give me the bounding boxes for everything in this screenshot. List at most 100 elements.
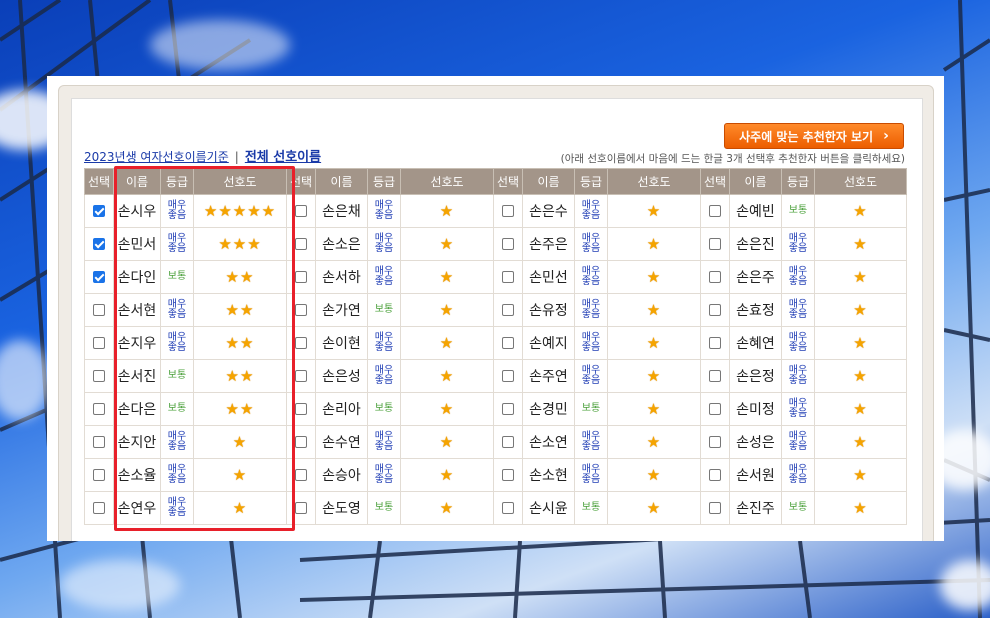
preference-cell: ★: [814, 194, 907, 228]
name-checkbox[interactable]: [709, 304, 721, 316]
name-cell: 손가연: [315, 293, 368, 327]
name-checkbox[interactable]: [93, 403, 105, 415]
all-names-link[interactable]: 전체 선호이름: [245, 150, 321, 165]
grade-cell: 매우좋음: [574, 326, 608, 360]
name-checkbox[interactable]: [709, 271, 721, 283]
name-checkbox[interactable]: [295, 337, 307, 349]
grade-cell: 매우좋음: [781, 425, 815, 459]
name-cell: 손소현: [522, 458, 575, 492]
name-checkbox[interactable]: [295, 469, 307, 481]
name-checkbox[interactable]: [502, 436, 514, 448]
grade-label: 보통: [374, 304, 394, 315]
name-checkbox[interactable]: [502, 337, 514, 349]
name-checkbox[interactable]: [709, 502, 721, 514]
star-rating-icon: ★: [853, 499, 868, 517]
name-checkbox[interactable]: [295, 436, 307, 448]
name-checkbox[interactable]: [709, 370, 721, 382]
select-header: 선택: [493, 168, 523, 195]
name-checkbox[interactable]: [709, 337, 721, 349]
name-checkbox[interactable]: [295, 238, 307, 250]
name-checkbox[interactable]: [93, 436, 105, 448]
grade-label: 매우좋음: [374, 431, 394, 452]
star-rating-icon: ★: [853, 334, 868, 352]
grade-cell: 매우좋음: [781, 458, 815, 492]
preference-cell: ★: [607, 293, 701, 327]
preference-header: 선호도: [400, 168, 494, 195]
name-checkbox[interactable]: [295, 403, 307, 415]
name-checkbox[interactable]: [93, 370, 105, 382]
recommend-hanja-button[interactable]: 사주에 맞는 추천한자 보기 ›: [724, 123, 904, 149]
name-checkbox[interactable]: [295, 502, 307, 514]
name-checkbox[interactable]: [502, 271, 514, 283]
select-cell: [84, 227, 114, 261]
name-cell: 손주연: [522, 359, 575, 393]
name-checkbox[interactable]: [295, 205, 307, 217]
name-cell: 손미정: [729, 392, 782, 426]
name-checkbox[interactable]: [93, 238, 105, 250]
name-checkbox[interactable]: [93, 469, 105, 481]
name-cell: 손수연: [315, 425, 368, 459]
name-checkbox[interactable]: [93, 205, 105, 217]
name-checkbox[interactable]: [93, 337, 105, 349]
name-cell: 손은성: [315, 359, 368, 393]
name-header: 이름: [315, 168, 368, 195]
select-cell: [84, 359, 114, 393]
select-cell: [700, 326, 730, 360]
name-checkbox[interactable]: [502, 205, 514, 217]
select-cell: [84, 293, 114, 327]
link-separator: |: [234, 150, 239, 164]
name-checkbox[interactable]: [502, 238, 514, 250]
preference-cell: ★: [400, 458, 494, 492]
grade-cell: 매우좋음: [781, 326, 815, 360]
select-cell: [493, 194, 523, 228]
name-checkbox[interactable]: [709, 238, 721, 250]
name-checkbox[interactable]: [709, 436, 721, 448]
preference-cell: ★: [607, 491, 701, 525]
star-rating-icon: ★: [853, 202, 868, 220]
star-rating-icon: ★: [439, 400, 455, 418]
grade-label: 매우좋음: [374, 200, 394, 221]
grade-cell: 보통: [367, 392, 401, 426]
name-checkbox[interactable]: [502, 304, 514, 316]
name-checkbox[interactable]: [295, 271, 307, 283]
star-rating-icon: ★: [646, 235, 662, 253]
grade-label: 매우좋음: [374, 233, 394, 254]
grade-label: 보통: [374, 403, 394, 414]
grade-label: 매우좋음: [788, 233, 808, 254]
star-rating-icon: ★: [853, 235, 868, 253]
name-checkbox[interactable]: [295, 304, 307, 316]
grade-cell: 매우좋음: [367, 260, 401, 294]
grade-cell: 매우좋음: [781, 293, 815, 327]
preference-cell: ★: [400, 491, 494, 525]
grade-label: 매우좋음: [788, 332, 808, 353]
name-checkbox[interactable]: [93, 271, 105, 283]
grade-label: 매우좋음: [581, 266, 601, 287]
name-checkbox[interactable]: [93, 502, 105, 514]
star-rating-icon: ★: [439, 367, 455, 385]
preference-cell: ★: [400, 359, 494, 393]
name-checkbox[interactable]: [295, 370, 307, 382]
name-checkbox[interactable]: [502, 469, 514, 481]
star-rating-icon: ★: [646, 268, 662, 286]
preference-cell: ★: [607, 458, 701, 492]
select-cell: [700, 392, 730, 426]
name-checkbox[interactable]: [93, 304, 105, 316]
name-checkbox[interactable]: [709, 205, 721, 217]
grade-header: 등급: [781, 168, 815, 195]
star-rating-icon: ★: [646, 202, 662, 220]
name-checkbox[interactable]: [709, 403, 721, 415]
preference-cell: ★: [400, 227, 494, 261]
name-cell: 손민선: [522, 260, 575, 294]
name-checkbox[interactable]: [709, 469, 721, 481]
name-cell: 손예지: [522, 326, 575, 360]
year-criteria-link[interactable]: 2023년생 여자선호이름기준: [84, 150, 229, 164]
name-checkbox[interactable]: [502, 370, 514, 382]
name-checkbox[interactable]: [502, 502, 514, 514]
preference-cell: ★: [814, 326, 907, 360]
grade-label: 매우좋음: [581, 365, 601, 386]
star-rating-icon: ★: [646, 499, 662, 517]
star-rating-icon: ★: [853, 301, 868, 319]
name-checkbox[interactable]: [502, 403, 514, 415]
grade-label: 매우좋음: [581, 332, 601, 353]
preference-cell: ★: [814, 260, 907, 294]
